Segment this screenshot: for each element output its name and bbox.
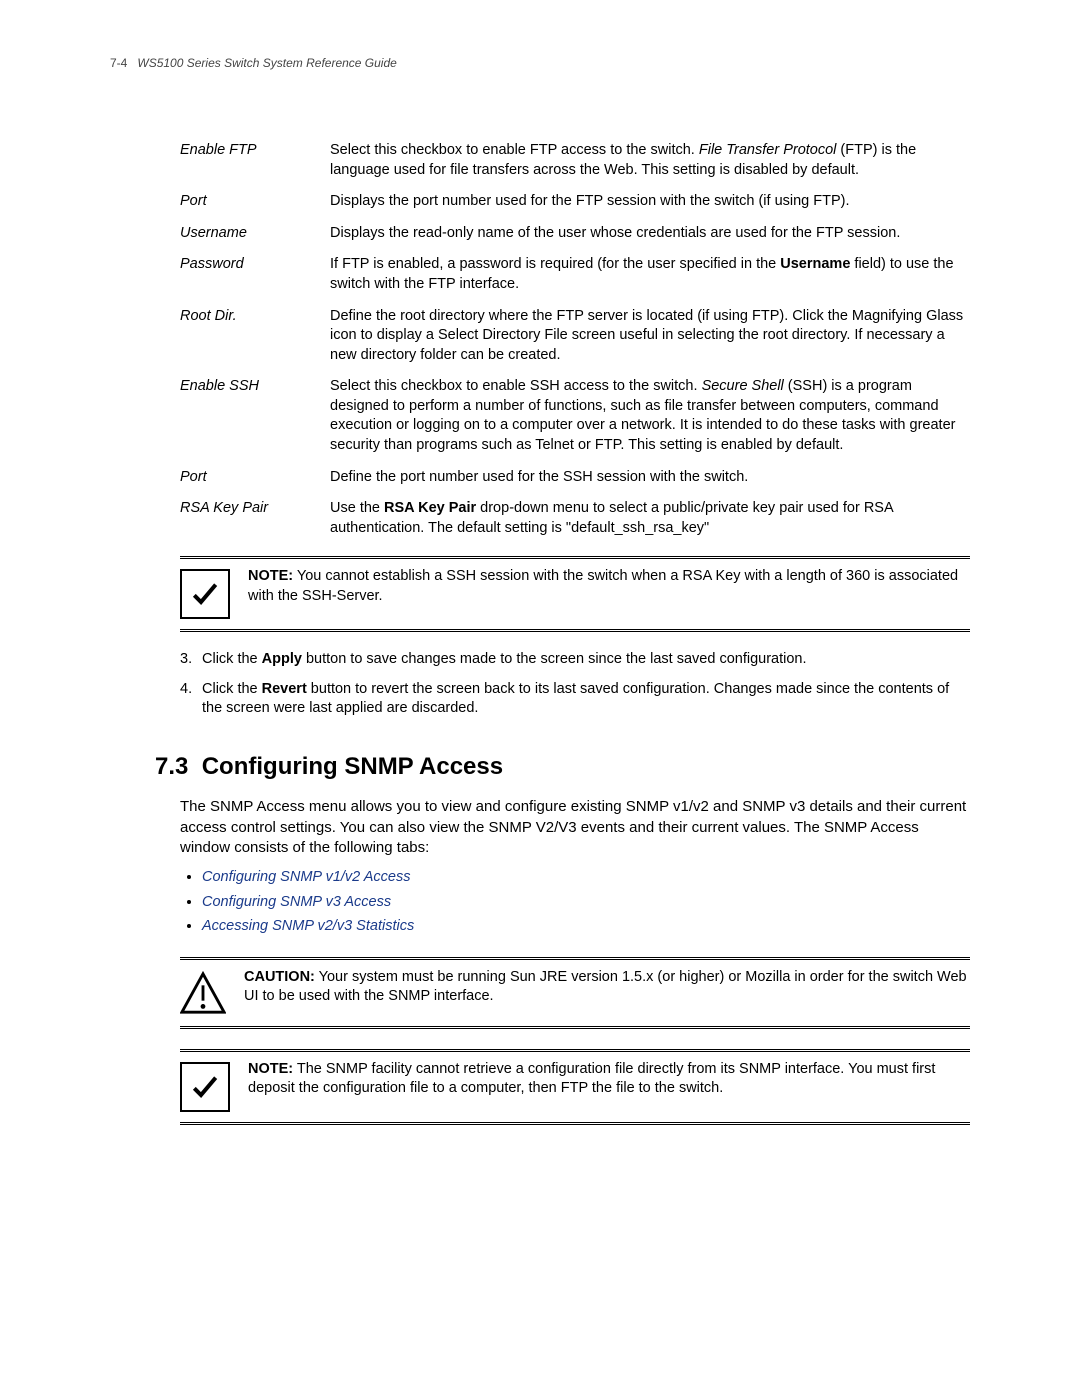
- definition-row: Root Dir.Define the root directory where…: [180, 307, 970, 366]
- definition-description: Displays the port number used for the FT…: [330, 192, 970, 212]
- xref-item[interactable]: Accessing SNMP v2/v3 Statistics: [202, 917, 970, 937]
- definition-row: UsernameDisplays the read-only name of t…: [180, 224, 970, 244]
- note-callout: NOTE: You cannot establish a SSH session…: [180, 556, 970, 632]
- definition-row: RSA Key PairUse the RSA Key Pair drop-do…: [180, 499, 970, 538]
- caution-text: CAUTION: Your system must be running Sun…: [244, 966, 970, 1007]
- definition-row: Enable SSHSelect this checkbox to enable…: [180, 377, 970, 455]
- running-header: 7-4 WS5100 Series Switch System Referenc…: [110, 55, 970, 71]
- definition-term: Enable SSH: [180, 377, 330, 455]
- book-title: WS5100 Series Switch System Reference Gu…: [137, 56, 396, 70]
- xref-list: Configuring SNMP v1/v2 Access Configuring…: [180, 868, 970, 937]
- note-text: NOTE: The SNMP facility cannot retrieve …: [248, 1058, 970, 1099]
- xref-item[interactable]: Configuring SNMP v3 Access: [202, 893, 970, 913]
- caution-callout: CAUTION: Your system must be running Sun…: [180, 957, 970, 1029]
- definition-term: Root Dir.: [180, 307, 330, 366]
- definition-description: Define the root directory where the FTP …: [330, 307, 970, 366]
- xref-link[interactable]: Accessing SNMP v2/v3 Statistics: [202, 918, 414, 934]
- xref-link[interactable]: Configuring SNMP v3 Access: [202, 894, 391, 910]
- step-list: Click the Apply button to save changes m…: [180, 650, 970, 719]
- note-callout: NOTE: The SNMP facility cannot retrieve …: [180, 1049, 970, 1125]
- xref-item[interactable]: Configuring SNMP v1/v2 Access: [202, 868, 970, 888]
- page-number: 7-4: [110, 56, 127, 70]
- definition-description: Select this checkbox to enable SSH acces…: [330, 377, 970, 455]
- definition-term: Port: [180, 468, 330, 488]
- step-item: Click the Revert button to revert the sc…: [180, 680, 970, 719]
- xref-link[interactable]: Configuring SNMP v1/v2 Access: [202, 869, 410, 885]
- warning-icon: [180, 970, 226, 1016]
- definition-term: Port: [180, 192, 330, 212]
- definition-term: Password: [180, 255, 330, 294]
- definition-description: If FTP is enabled, a password is require…: [330, 255, 970, 294]
- note-text: NOTE: You cannot establish a SSH session…: [248, 565, 970, 606]
- definition-description: Select this checkbox to enable FTP acces…: [330, 141, 970, 180]
- definition-term: Username: [180, 224, 330, 244]
- definition-row: Enable FTPSelect this checkbox to enable…: [180, 141, 970, 180]
- section-heading: 7.3 Configuring SNMP Access: [155, 751, 970, 783]
- definition-description: Displays the read-only name of the user …: [330, 224, 970, 244]
- definition-term: Enable FTP: [180, 141, 330, 180]
- definition-row: PortDefine the port number used for the …: [180, 468, 970, 488]
- check-icon: [180, 569, 230, 619]
- section-intro: The SNMP Access menu allows you to view …: [180, 797, 970, 858]
- definition-term: RSA Key Pair: [180, 499, 330, 538]
- definition-row: PasswordIf FTP is enabled, a password is…: [180, 255, 970, 294]
- check-icon: [180, 1062, 230, 1112]
- definition-description: Define the port number used for the SSH …: [330, 468, 970, 488]
- step-item: Click the Apply button to save changes m…: [180, 650, 970, 670]
- definition-table: Enable FTPSelect this checkbox to enable…: [180, 141, 970, 538]
- definition-description: Use the RSA Key Pair drop-down menu to s…: [330, 499, 970, 538]
- page: 7-4 WS5100 Series Switch System Referenc…: [0, 0, 1080, 1397]
- definition-row: PortDisplays the port number used for th…: [180, 192, 970, 212]
